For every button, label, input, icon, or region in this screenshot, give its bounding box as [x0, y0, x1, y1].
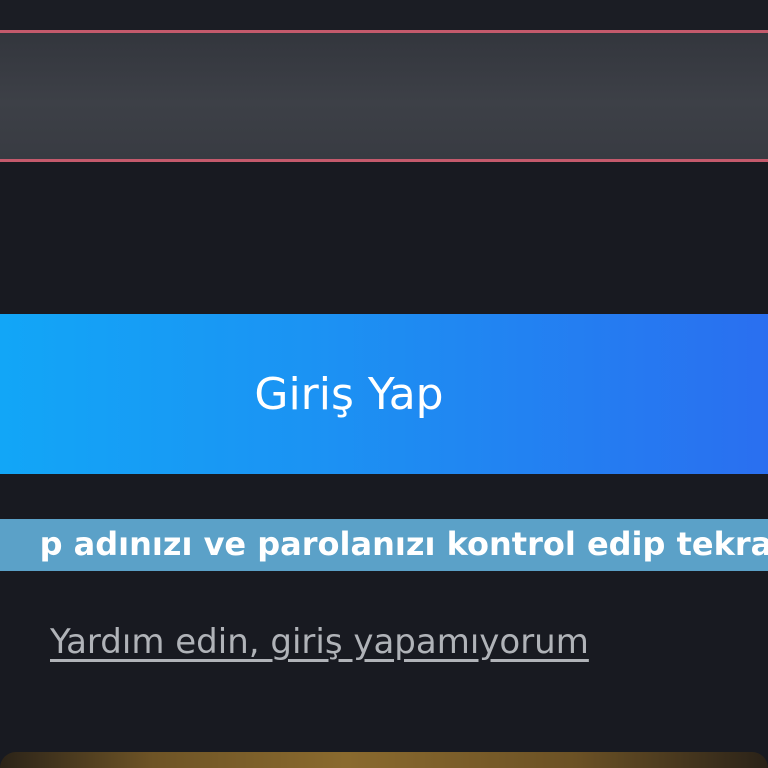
- password-input[interactable]: [0, 33, 768, 159]
- login-button[interactable]: Giriş Yap: [0, 314, 768, 474]
- password-field[interactable]: [0, 30, 768, 162]
- login-button-label: Giriş Yap: [254, 368, 444, 420]
- help-link[interactable]: Yardım edin, giriş yapamıyorum: [50, 622, 589, 662]
- top-strip: [0, 0, 768, 30]
- error-message-text: p adınızı ve parolanızı kontrol edip tek…: [39, 525, 768, 563]
- bottom-image-strip: [0, 752, 768, 768]
- error-message: p adınızı ve parolanızı kontrol edip tek…: [0, 519, 768, 571]
- login-screen: Giriş Yap p adınızı ve parolanızı kontro…: [0, 0, 768, 768]
